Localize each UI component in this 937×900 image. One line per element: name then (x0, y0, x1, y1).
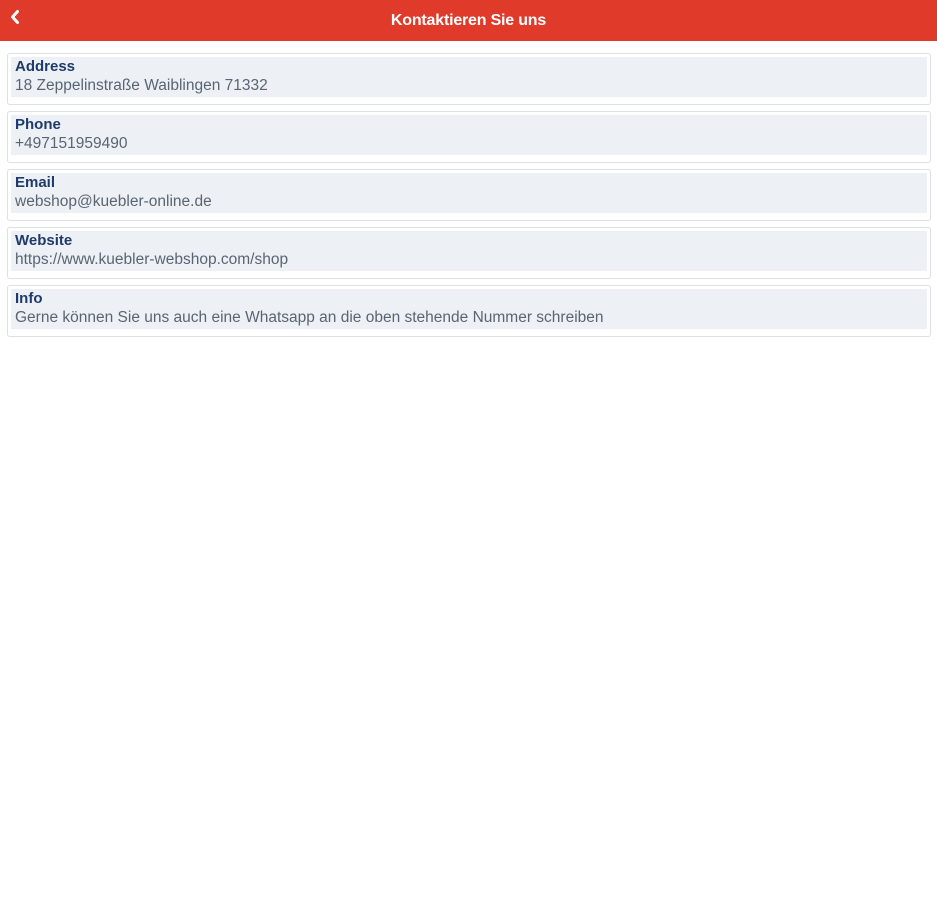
contact-card-info: Info Gerne können Sie uns auch eine What… (7, 285, 931, 337)
info-label: Info (15, 290, 43, 307)
address-label: Address (15, 58, 76, 75)
back-button[interactable] (6, 5, 24, 29)
website-label: Website (15, 232, 73, 249)
phone-label: Phone (15, 116, 61, 133)
email-label: Email (15, 174, 56, 191)
contact-card-phone: Phone +497151959490 (7, 111, 931, 163)
contact-card-email: Email webshop@kuebler-online.de (7, 169, 931, 221)
phone-value[interactable]: +497151959490 (15, 134, 923, 154)
info-value: Gerne können Sie uns auch eine Whatsapp … (15, 309, 604, 326)
address-value[interactable]: 18 Zeppelinstraße Waiblingen 71332 (15, 76, 923, 96)
app-header: Kontaktieren Sie uns (0, 0, 937, 41)
contact-card-website: Website https://www.kuebler-webshop.com/… (7, 227, 931, 279)
page-title: Kontaktieren Sie uns (390, 11, 547, 29)
website-value[interactable]: https://www.kuebler-webshop.com/shop (15, 250, 923, 270)
contact-card-address: Address 18 Zeppelinstraße Waiblingen 713… (7, 53, 931, 105)
chevron-left-icon (11, 10, 19, 24)
contact-list: Address 18 Zeppelinstraße Waiblingen 713… (0, 41, 937, 337)
email-value[interactable]: webshop@kuebler-online.de (15, 192, 923, 212)
